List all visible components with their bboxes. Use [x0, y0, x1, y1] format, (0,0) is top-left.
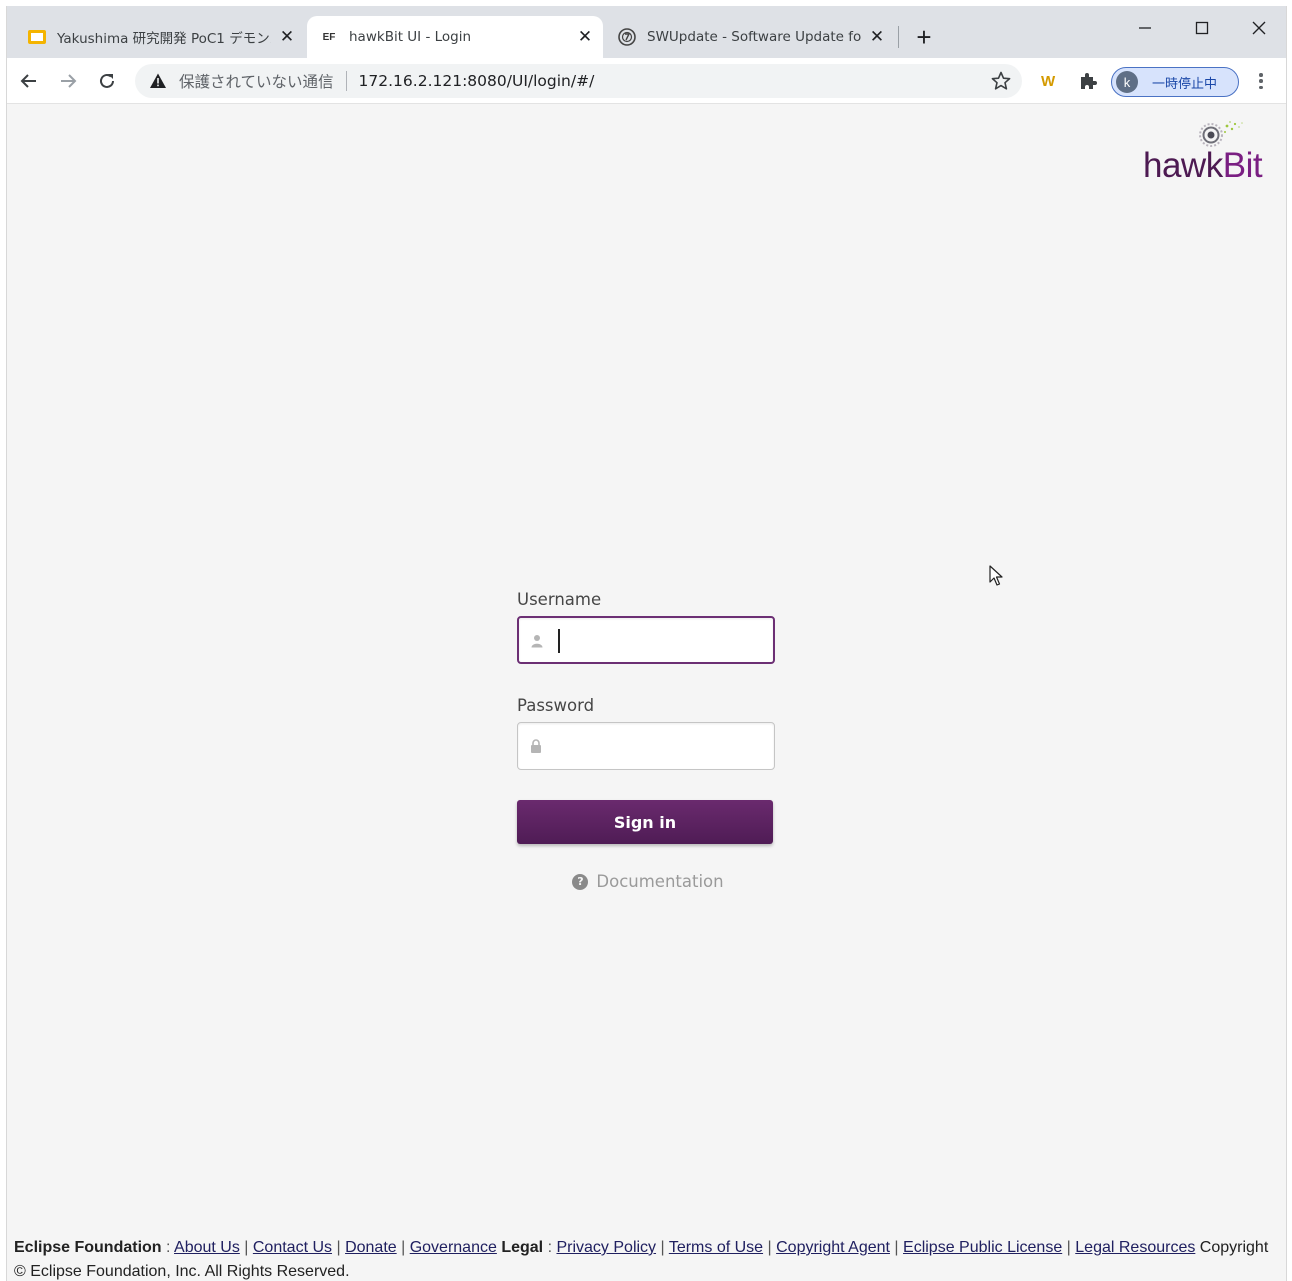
- tab-title: hawkBit UI - Login: [349, 29, 472, 45]
- close-icon[interactable]: ✕: [573, 25, 597, 49]
- user-icon: [531, 635, 543, 648]
- text-caret: [558, 629, 560, 653]
- governance-link[interactable]: Governance: [410, 1239, 497, 1256]
- eclipse-favicon-icon: EF: [322, 31, 336, 43]
- forward-arrow-icon[interactable]: [52, 65, 84, 97]
- login-form: Username Password Sign in ? Documentatio…: [517, 590, 775, 891]
- address-bar[interactable]: 保護されていない通信 172.16.2.121:8080/UI/login/#/: [135, 64, 1022, 98]
- page-content: hawkBit Username Password Sign in ? Docu…: [7, 104, 1286, 1281]
- contact-us-link[interactable]: Contact Us: [253, 1239, 332, 1256]
- browser-toolbar: 保護されていない通信 172.16.2.121:8080/UI/login/#/…: [7, 58, 1286, 104]
- back-arrow-icon[interactable]: [13, 65, 45, 97]
- password-input[interactable]: [554, 731, 764, 761]
- hawkbit-wordmark: hawkBit: [1143, 146, 1263, 185]
- close-icon[interactable]: ✕: [275, 25, 299, 49]
- browser-menu-icon[interactable]: [1251, 71, 1271, 91]
- window-close-icon[interactable]: [1231, 10, 1286, 46]
- privacy-policy-link[interactable]: Privacy Policy: [556, 1239, 656, 1256]
- donate-link[interactable]: Donate: [345, 1239, 397, 1256]
- question-circle-icon: ?: [572, 873, 589, 890]
- username-field[interactable]: [517, 616, 775, 664]
- eclipse-public-license-link[interactable]: Eclipse Public License: [903, 1239, 1062, 1256]
- swupdate-favicon-icon: [617, 27, 637, 47]
- bookmark-star-icon[interactable]: [990, 70, 1012, 92]
- tab-title: SWUpdate - Software Update for: [647, 29, 861, 45]
- footer-org: Eclipse Foundation: [14, 1239, 162, 1256]
- reload-icon[interactable]: [91, 65, 123, 97]
- legal-resources-link[interactable]: Legal Resources: [1075, 1239, 1195, 1256]
- sign-in-button[interactable]: Sign in: [517, 800, 773, 844]
- new-tab-button[interactable]: +: [909, 22, 939, 52]
- hawkbit-logo: hawkBit: [1141, 116, 1281, 185]
- profile-status: 一時停止中: [1152, 76, 1218, 92]
- tab-yakushima[interactable]: Yakushima 研究開発 PoC1 デモンス ✕: [15, 16, 305, 58]
- password-field[interactable]: [517, 722, 775, 770]
- browser-window: Yakushima 研究開発 PoC1 デモンス ✕ EF hawkBit UI…: [6, 6, 1287, 1281]
- footer-legal: Legal: [501, 1239, 544, 1256]
- tab-strip: Yakushima 研究開発 PoC1 デモンス ✕ EF hawkBit UI…: [7, 6, 1286, 58]
- password-label: Password: [517, 696, 595, 715]
- copyright-agent-link[interactable]: Copyright Agent: [776, 1239, 890, 1256]
- about-us-link[interactable]: About Us: [174, 1239, 240, 1256]
- profile-button[interactable]: k 一時停止中: [1111, 67, 1239, 97]
- avatar: k: [1116, 71, 1138, 93]
- url-text: 172.16.2.121:8080/UI/login/#/: [358, 72, 595, 90]
- address-divider: [345, 71, 347, 91]
- username-label: Username: [517, 590, 602, 609]
- footer: Eclipse Foundation : About Us | Contact …: [14, 1239, 1269, 1280]
- extension-w-icon[interactable]: W: [1041, 73, 1055, 90]
- tab-separator: [898, 26, 899, 48]
- extensions-puzzle-icon[interactable]: [1078, 71, 1098, 96]
- slides-icon: [27, 27, 47, 47]
- terms-of-use-link[interactable]: Terms of Use: [669, 1239, 763, 1256]
- minimize-icon[interactable]: [1117, 10, 1173, 46]
- warning-icon: [150, 73, 166, 88]
- tab-swupdate[interactable]: SWUpdate - Software Update for ✕: [605, 16, 895, 58]
- username-input[interactable]: [555, 626, 765, 656]
- security-status: 保護されていない通信: [179, 73, 334, 91]
- documentation-link[interactable]: ? Documentation: [517, 872, 775, 891]
- tab-hawkbit-login[interactable]: EF hawkBit UI - Login ✕: [307, 16, 603, 58]
- mouse-pointer-icon: [989, 565, 1003, 586]
- lock-icon: [531, 739, 541, 753]
- tab-title: Yakushima 研究開発 PoC1 デモンス: [57, 31, 271, 47]
- close-icon[interactable]: ✕: [865, 25, 889, 49]
- maximize-icon[interactable]: [1174, 10, 1230, 46]
- documentation-label: Documentation: [596, 872, 724, 891]
